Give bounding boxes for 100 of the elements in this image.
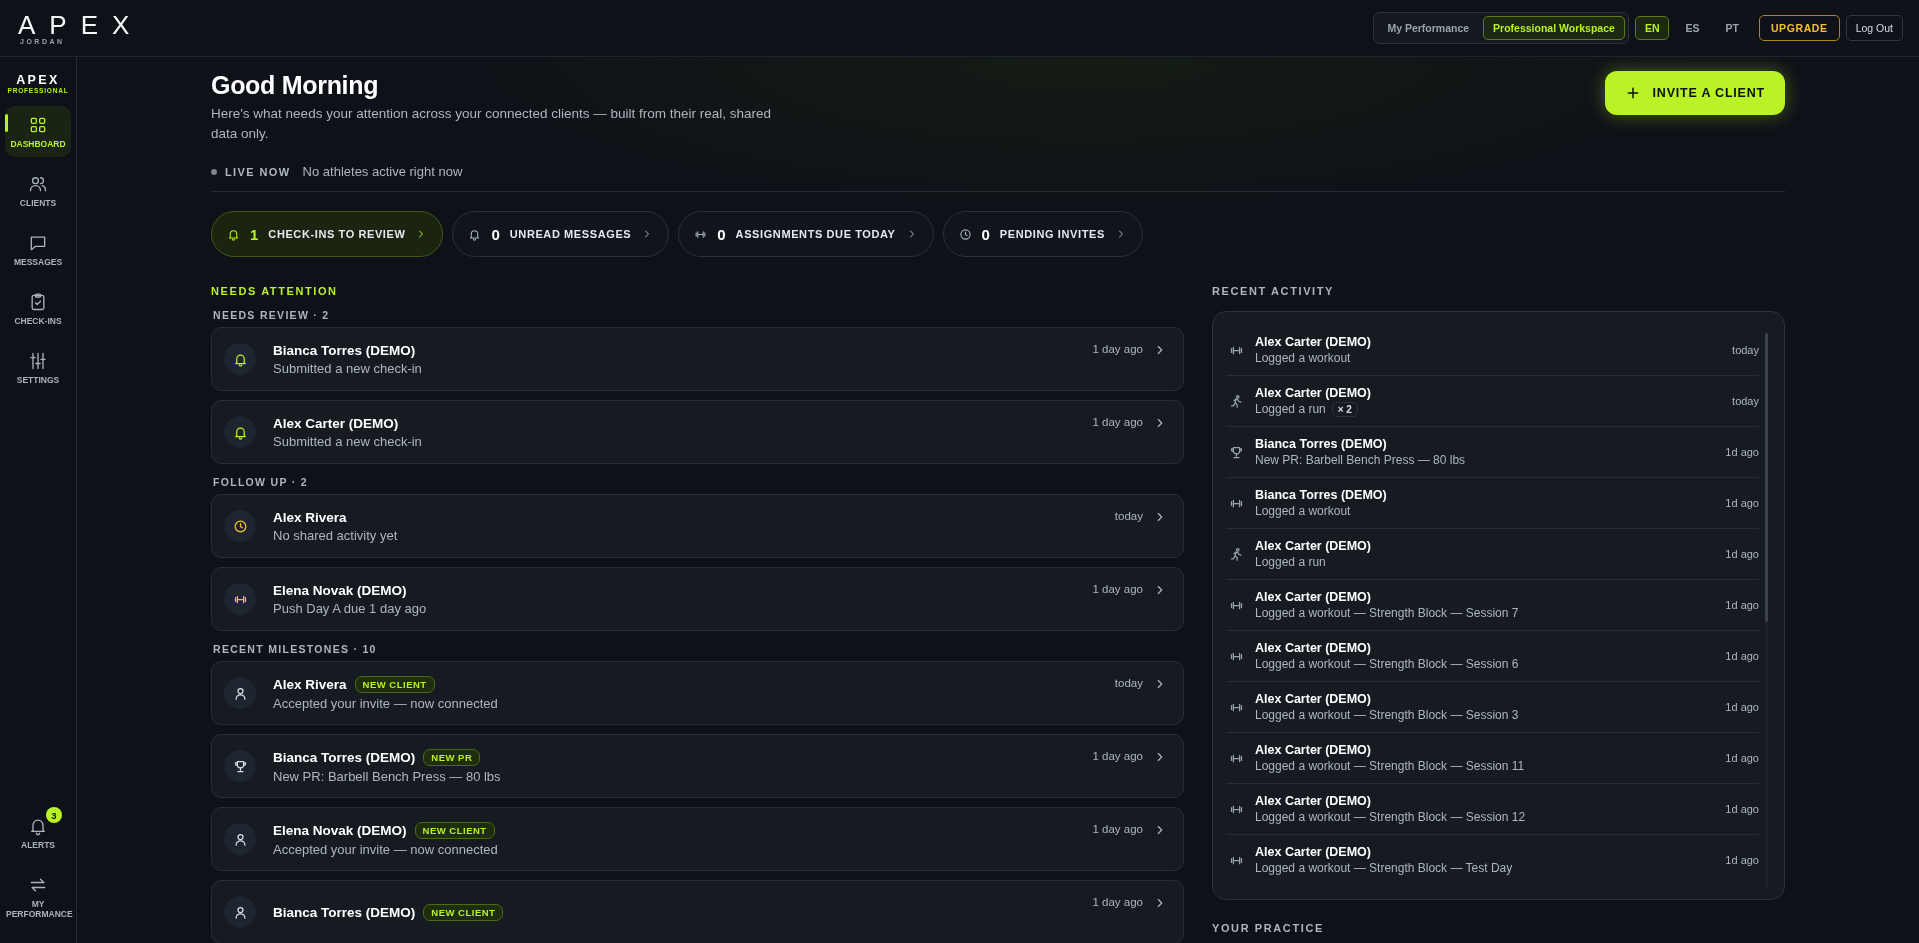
activity-row[interactable]: Alex Carter (DEMO) Logged a run × 2 today (1226, 376, 1759, 427)
nav-item[interactable]: MY PERFORMANCE (5, 866, 71, 927)
time-label: 1 day ago (1092, 343, 1143, 355)
time-label: 1 day ago (1092, 896, 1143, 908)
card-detail: New PR: Barbell Bench Press — 80 lbs (273, 768, 501, 784)
time-label: 1d ago (1725, 803, 1759, 815)
client-card[interactable]: Bianca Torres (DEMO) Submitted a new check-in 1 day ago (211, 327, 1184, 391)
activity-row[interactable]: Alex Carter (DEMO) Logged a workout — Strength Block — Session 12 1d ago (1226, 784, 1759, 835)
activity-row[interactable]: Alex Carter (DEMO) Logged a workout — Strength Block — Test Day 1d ago (1226, 835, 1759, 885)
client-card[interactable]: Bianca Torres (DEMO) NEW PR New PR: Barbell Bench Press — 80 lbs 1 day ago (211, 734, 1184, 798)
activity-detail: Logged a workout (1255, 504, 1351, 518)
client-card[interactable]: Elena Novak (DEMO) NEW CLIENT Accepted your invite — now connected 1 day ago (211, 807, 1184, 871)
activity-detail: Logged a run (1255, 402, 1326, 416)
client-card[interactable]: Elena Novak (DEMO) Push Day A due 1 day ago 1 day ago (211, 567, 1184, 631)
nav-item[interactable]: DASHBOARD (5, 106, 71, 157)
activity-detail: Logged a workout — Strength Block — Session 3 (1255, 708, 1519, 722)
time-label: 1d ago (1725, 650, 1759, 662)
time-label: 1d ago (1725, 854, 1759, 866)
greeting-subtitle: Here's what needs your attention across your connected clients — built from their real, shared data only. (211, 105, 773, 143)
client-card[interactable]: Alex Carter (DEMO) Submitted a new check-in 1 day ago (211, 400, 1184, 464)
summary-pill[interactable]: 0 PENDING INVITES (942, 211, 1143, 257)
sliders-icon (28, 351, 48, 371)
client-name: Alex Carter (DEMO) (1255, 335, 1371, 349)
activity-detail: Logged a workout — Strength Block — Session 7 (1255, 606, 1519, 620)
time-label: 1d ago (1725, 752, 1759, 764)
summary-pill[interactable]: 0 ASSIGNMENTS DUE TODAY (678, 211, 934, 257)
client-name: Bianca Torres (DEMO) (1255, 488, 1387, 502)
live-status-text: No athletes active right now (302, 164, 463, 179)
summary-pill[interactable]: 0 UNREAD MESSAGES (452, 211, 670, 257)
client-name: Alex Carter (DEMO) (1255, 845, 1371, 859)
status-dot (211, 168, 217, 175)
section-heading: RECENT ACTIVITY (1212, 285, 1335, 297)
card-detail: Submitted a new check-in (273, 360, 422, 376)
language-button[interactable]: PT (1715, 16, 1749, 40)
time-label: 1 day ago (1092, 416, 1143, 428)
activity-row[interactable]: Alex Carter (DEMO) Logged a workout — Strength Block — Session 7 1d ago (1226, 580, 1759, 631)
client-card[interactable]: Alex Rivera NEW CLIENT Accepted your invite — now connected today (211, 661, 1184, 725)
client-name: Alex Carter (DEMO) (1255, 641, 1371, 655)
card-detail: No shared activity yet (273, 527, 398, 543)
client-name: Alex Rivera (273, 676, 347, 692)
card-detail: Accepted your invite — now connected (273, 841, 498, 857)
client-name: Alex Carter (DEMO) (1255, 385, 1371, 400)
activity-row[interactable]: Alex Carter (DEMO) Logged a workout today (1226, 325, 1759, 376)
group-heading: FOLLOW UP · 2 (213, 476, 309, 488)
activity-detail: Logged a workout (1255, 351, 1351, 365)
time-label: today (1114, 510, 1143, 522)
activity-row[interactable]: Alex Carter (DEMO) Logged a workout — Strength Block — Session 11 1d ago (1226, 733, 1759, 784)
client-card[interactable]: Alex Rivera No shared activity yet today (211, 494, 1184, 558)
language-button[interactable]: EN (1634, 16, 1670, 40)
summary-pill[interactable]: 1 CHECK-INS TO REVIEW (211, 211, 444, 257)
activity-row[interactable]: Alex Carter (DEMO) Logged a run 1d ago (1226, 529, 1759, 580)
greeting-heading: Good Morning (211, 71, 380, 100)
activity-row[interactable]: Alex Carter (DEMO) Logged a workout — Strength Block — Session 6 1d ago (1226, 631, 1759, 682)
client-name: Bianca Torres (DEMO) (1255, 437, 1387, 451)
status-tag: NEW CLIENT (414, 821, 495, 839)
client-name: Elena Novak (DEMO) (273, 822, 407, 838)
client-name: Alex Carter (DEMO) (1255, 692, 1371, 706)
activity-detail: Logged a workout — Strength Block — Session 12 (1255, 810, 1526, 824)
card-detail: Push Day A due 1 day ago (273, 600, 427, 616)
clock-icon (232, 518, 248, 534)
time-label: today (1732, 395, 1759, 407)
workspace-tab[interactable]: Professional Workspace (1483, 16, 1625, 40)
activity-detail: Logged a workout — Strength Block — Session 11 (1255, 759, 1525, 773)
brand-text: APEX (16, 73, 60, 87)
client-name: Alex Carter (DEMO) (273, 415, 399, 431)
client-name: Alex Carter (DEMO) (1255, 794, 1371, 808)
activity-detail: Logged a workout — Strength Block — Session 6 (1255, 657, 1519, 671)
workspace-tab[interactable]: My Performance (1377, 16, 1480, 40)
trophy-icon (232, 758, 248, 774)
trophy-icon (1229, 444, 1244, 460)
activity-row[interactable]: Bianca Torres (DEMO) New PR: Barbell Bench Press — 80 lbs 1d ago (1226, 427, 1759, 478)
group-heading: RECENT MILESTONES · 10 (213, 643, 378, 655)
nav-item[interactable]: SETTINGS (5, 342, 71, 393)
section-heading: NEEDS ATTENTION (211, 285, 339, 297)
logout-button[interactable]: Log Out (1845, 15, 1903, 41)
scrollbar[interactable] (1765, 333, 1768, 889)
client-name: Elena Novak (DEMO) (273, 582, 407, 598)
bell-icon (227, 227, 240, 241)
nav-item[interactable]: CHECK-INS (5, 283, 71, 334)
client-name: Alex Carter (DEMO) (1255, 590, 1371, 604)
notification-badge: 3 (46, 807, 62, 823)
nav-item[interactable]: 3 ALERTS (5, 807, 71, 858)
clock-icon (958, 227, 972, 241)
activity-row[interactable]: Alex Carter (DEMO) Logged a workout — Strength Block — Session 3 1d ago (1226, 682, 1759, 733)
status-tag: NEW CLIENT (423, 903, 504, 921)
time-label: 1d ago (1725, 701, 1759, 713)
bell-icon (232, 424, 248, 440)
live-now-label: LIVE NOW (225, 165, 291, 178)
swap-arrows-icon (28, 875, 48, 895)
nav-item[interactable]: CLIENTS (5, 165, 71, 216)
client-name: Bianca Torres (DEMO) (273, 904, 416, 920)
time-label: today (1732, 344, 1759, 356)
activity-row[interactable]: Bianca Torres (DEMO) Logged a workout 1d ago (1226, 478, 1759, 529)
time-label: 1d ago (1725, 497, 1759, 509)
client-card[interactable]: Bianca Torres (DEMO) NEW CLIENT 1 day ago (211, 880, 1184, 943)
status-tag: NEW PR (423, 748, 481, 766)
language-button[interactable]: ES (1675, 16, 1710, 40)
upgrade-button[interactable]: UPGRADE (1758, 15, 1840, 41)
invite-client-button[interactable]: INVITE A CLIENT (1604, 71, 1785, 115)
nav-item[interactable]: MESSAGES (5, 224, 71, 275)
